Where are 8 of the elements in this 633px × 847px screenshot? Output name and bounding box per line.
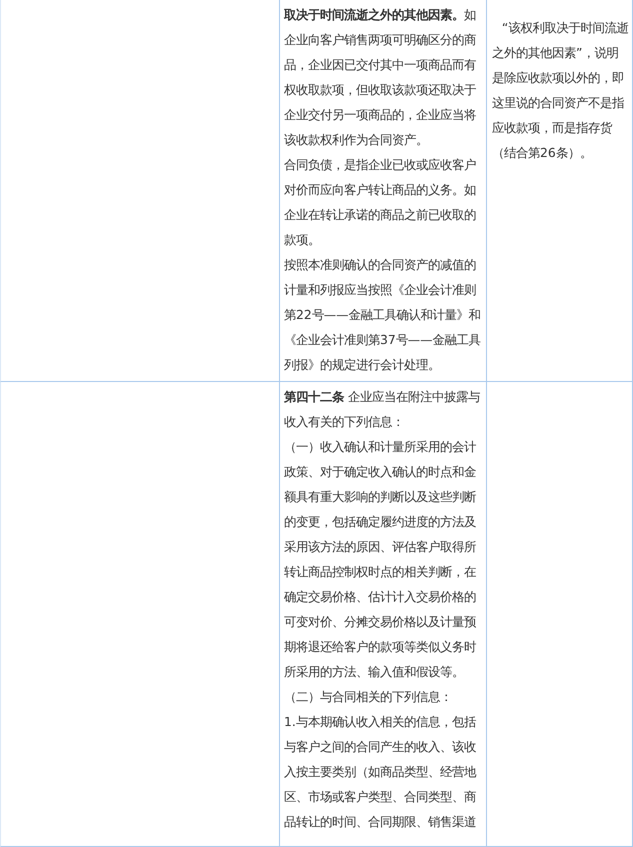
paragraph: 合同负债，是指企业已收或应收客户对价而应向客户转让商品的义务。如企业在转让承诺的商品之前已收取的款项。 [284,156,477,249]
paragraph: （一）收入确认和计量所采用的会计政策、对于确定收入确认的时点和金额具有重大影响的判断以及这些判断的变更，包括确定履约进度的方法及采用该方法的原因、评估客户取得所转让商品控制权时点的相关判断，在确定交易价格、估计计入交易价格的可变对价、分摊交易价格以及计量预期将退还给客户的款项等类似义务时所采用的方法、输入值和假设等。 [284,438,477,681]
paragraph: 第四十二条 企业应当在附注中披露与收入有关的下列信息： [284,388,481,431]
paragraph: 按照本准则确认的合同资产的减值的计量和列报应当按照《企业会计准则第22号——金融工具确认和计量》和《企业会计准则第37号——金融工具列报》的规定进行会计处理。 [284,256,482,374]
paragraph: （二）与合同相关的下列信息： [284,688,453,706]
paragraph: 1.与本期确认收入相关的信息，包括与客户之间的合同产生的收入、该收入按主要类别（如商品类型、经营地区、市场或客户类型、合同类型、商品转让的时间、合同期限、销售渠道 [284,713,478,831]
paragraph: 取决于时间流逝之外的其他因素。如企业向客户销售两项可明确区分的商品，企业因已交付其中一项商品而有权收取款项，但收取该款项还取决于企业交付另一项商品的，企业应当将该收款权利作为合同资产。 [284,6,477,149]
note-paragraph: “该权利取决于时间流逝之外的其他因素”，说明是除应收款项以外的，即这里说的合同资产不是指应收款项，而是指存货（结合第26条）。 [492,19,629,162]
